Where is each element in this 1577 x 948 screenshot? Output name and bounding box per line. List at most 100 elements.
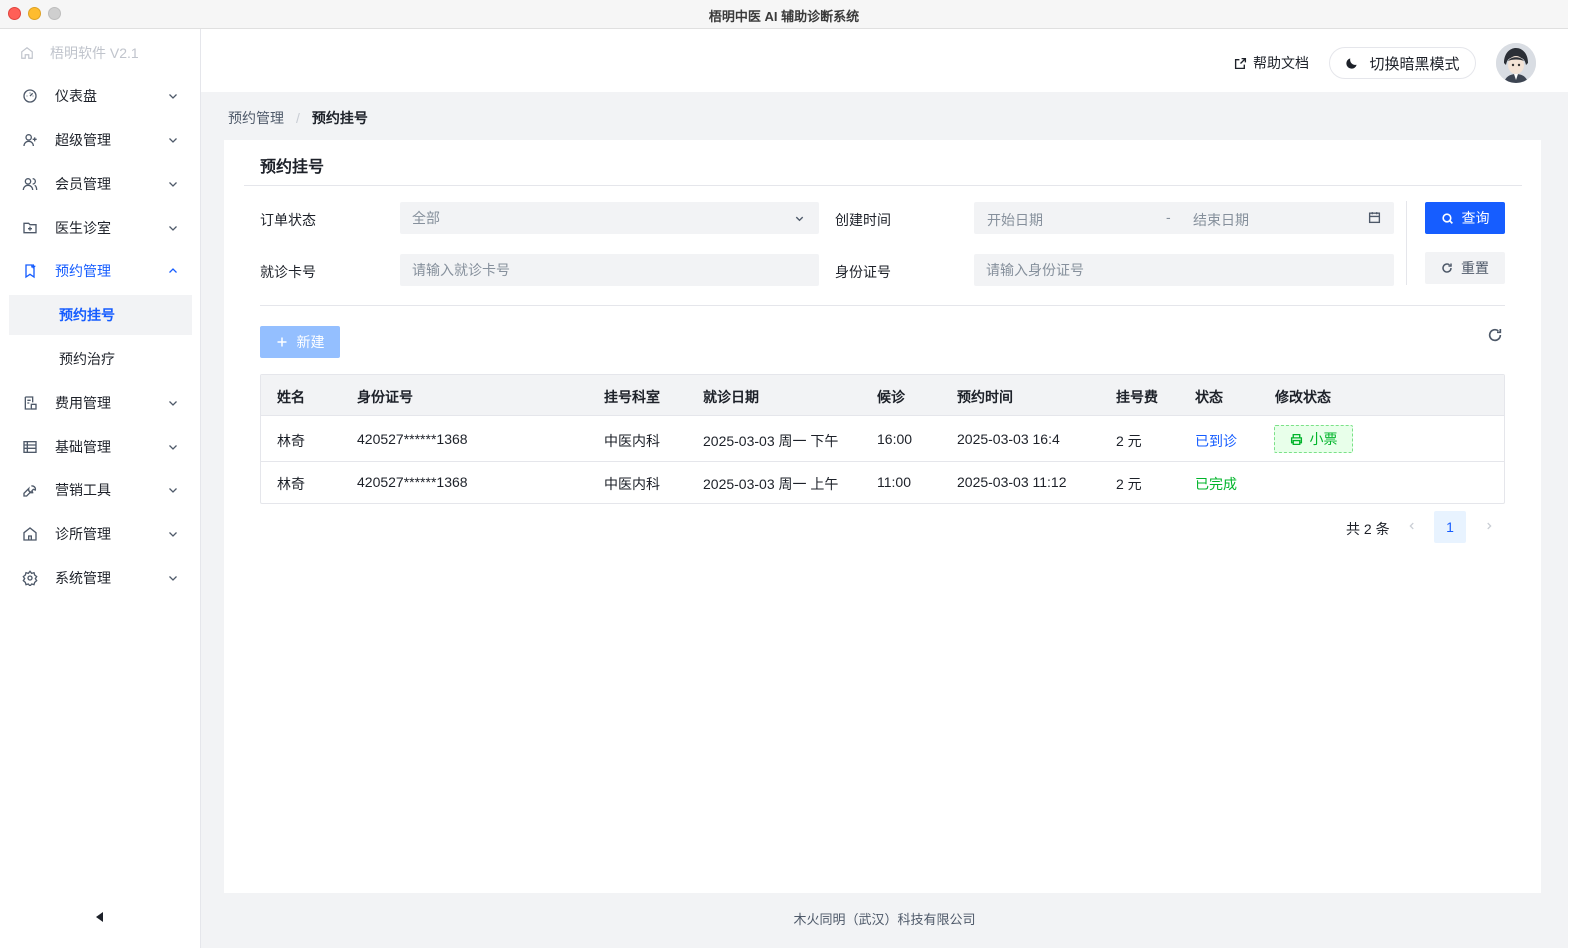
title-divider (244, 185, 1522, 186)
column-header: 候诊 (877, 389, 905, 405)
id-no-input[interactable]: 请输入身份证号 (974, 254, 1394, 286)
table-header: 姓名 身份证号 挂号科室 就诊日期 候诊 预约时间 挂号费 状态 修改状态 (261, 375, 1504, 416)
chevron-down-icon (169, 532, 177, 537)
sidebar-item-label: 系统管理 (55, 570, 111, 586)
table-row[interactable]: 林奇 420527******1368 中医内科 2025-03-03 周一 上… (261, 462, 1504, 503)
form-divider (260, 305, 1505, 306)
search-icon (1441, 212, 1453, 224)
column-header: 状态 (1195, 389, 1223, 405)
pagination-total: 共 2 条 (1346, 521, 1390, 537)
main-card: 预约挂号 订单状态 全部 创建时间 开始日期 - 结束日期 就诊卡号 请输入就诊… (224, 140, 1541, 893)
collapse-sidebar-button[interactable] (94, 911, 106, 923)
chevron-down-icon (795, 216, 804, 222)
sidebar-item-label: 医生诊室 (55, 220, 111, 236)
chevron-right-icon (1487, 522, 1492, 530)
sidebar-item-label: 诊所管理 (55, 526, 111, 542)
cell-appt-time: 2025-03-03 11:12 (957, 474, 1067, 490)
refresh-icon (1442, 263, 1452, 273)
column-header: 就诊日期 (703, 389, 759, 405)
user-add-icon (21, 131, 39, 149)
end-date-input[interactable]: 结束日期 (1193, 210, 1249, 230)
status-badge: 已完成 (1195, 476, 1237, 492)
print-ticket-label: 小票 (1309, 431, 1338, 447)
form-action-divider (1406, 201, 1407, 285)
column-header: 修改状态 (1275, 389, 1331, 405)
bookmark-icon (21, 262, 39, 280)
settings-icon (21, 569, 39, 587)
cell-visit-date: 2025-03-03 周一 下午 (703, 433, 839, 449)
pagination-prev-button[interactable] (1404, 518, 1420, 534)
search-button[interactable]: 查询 (1425, 202, 1505, 234)
table-row[interactable]: 林奇 420527******1368 中医内科 2025-03-03 周一 下… (261, 416, 1504, 462)
pagination-page[interactable]: 1 (1434, 511, 1466, 543)
card-no-placeholder: 请输入就诊卡号 (412, 262, 510, 278)
sidebar-item-label: 仪表盘 (55, 88, 97, 104)
tool-icon (21, 481, 39, 499)
sidebar-item-label: 费用管理 (55, 395, 111, 411)
pagination-next-button[interactable] (1481, 518, 1497, 534)
appointments-table: 姓名 身份证号 挂号科室 就诊日期 候诊 预约时间 挂号费 状态 修改状态 林奇… (260, 374, 1505, 504)
user-group-icon (21, 175, 39, 193)
breadcrumb-current: 预约挂号 (311, 110, 368, 126)
storage-icon (21, 438, 39, 456)
sidebar-item-doctor-office[interactable]: 医生诊室 (9, 208, 192, 248)
card-no-input[interactable]: 请输入就诊卡号 (400, 254, 819, 286)
footer-company: 木火同明（武汉）科技有限公司 (793, 912, 976, 927)
sidebar-item-marketing[interactable]: 营销工具 (9, 470, 192, 510)
sidebar-item-super-admin[interactable]: 超级管理 (9, 120, 192, 160)
cell-name: 林奇 (277, 476, 305, 492)
sidebar-item-label: 会员管理 (55, 176, 111, 192)
order-status-label: 订单状态 (260, 212, 316, 228)
help-docs-link[interactable]: 帮助文档 (1234, 53, 1309, 73)
sidebar-item-appointment[interactable]: 预约管理 (9, 251, 192, 291)
sidebar-item-dashboard[interactable]: 仪表盘 (9, 76, 192, 116)
folder-add-icon (21, 219, 39, 237)
reset-button-label: 重置 (1461, 260, 1489, 276)
new-button-label: 新建 (296, 334, 325, 350)
column-header: 挂号费 (1116, 389, 1158, 405)
reset-button[interactable]: 重置 (1425, 252, 1505, 284)
chevron-down-icon (169, 226, 177, 231)
breadcrumb-parent[interactable]: 预约管理 (228, 108, 284, 128)
print-ticket-button[interactable]: 小票 (1274, 425, 1353, 453)
dark-mode-toggle-button[interactable]: 切换暗黑模式 (1329, 47, 1476, 79)
page-title: 预约挂号 (260, 159, 325, 176)
chevron-up-icon (169, 268, 177, 273)
table-refresh-button[interactable] (1487, 327, 1505, 345)
sidebar-item-basic[interactable]: 基础管理 (9, 427, 192, 467)
column-header: 身份证号 (357, 389, 413, 405)
new-button[interactable]: 新建 (260, 326, 340, 358)
search-button-label: 查询 (1461, 210, 1490, 226)
chevron-down-icon (169, 138, 177, 143)
cell-wait: 11:00 (877, 474, 911, 490)
sidebar: 梧明软件 V2.1 仪表盘 超级管理 会员管理 医生诊室 预约管理 预约挂号 预… (0, 29, 201, 948)
date-separator: - (1166, 209, 1171, 225)
dashboard-icon (21, 87, 39, 105)
chevron-down-icon (169, 182, 177, 187)
user-avatar[interactable] (1496, 43, 1536, 83)
sidebar-item-members[interactable]: 会员管理 (9, 164, 192, 204)
sidebar-subitem-appointment-registration[interactable]: 预约挂号 (9, 295, 192, 335)
refresh-icon (1488, 328, 1502, 342)
sidebar-item-label: 营销工具 (55, 482, 111, 498)
sidebar-item-system[interactable]: 系统管理 (9, 558, 192, 598)
start-date-input[interactable]: 开始日期 (987, 210, 1043, 230)
caret-left-icon (96, 912, 103, 922)
help-docs-label: 帮助文档 (1253, 55, 1309, 71)
sidebar-subitem-appointment-treatment[interactable]: 预约治疗 (9, 339, 192, 379)
cell-fee: 2 元 (1116, 476, 1142, 492)
sidebar-item-label: 基础管理 (55, 439, 111, 455)
cell-dept: 中医内科 (604, 476, 660, 492)
sidebar-item-clinic[interactable]: 诊所管理 (9, 514, 192, 554)
chevron-down-icon (169, 576, 177, 581)
status-badge: 已到诊 (1195, 433, 1237, 449)
calendar-icon (1368, 212, 1381, 224)
order-status-select[interactable]: 全部 (400, 202, 819, 234)
brand: 梧明软件 V2.1 (20, 44, 139, 62)
sidebar-subitem-label: 预约挂号 (59, 307, 115, 323)
cell-id-no: 420527******1368 (357, 431, 468, 447)
date-range-picker[interactable]: 开始日期 - 结束日期 (974, 202, 1394, 234)
breadcrumb-separator: / (296, 110, 300, 126)
sidebar-item-billing[interactable]: 费用管理 (9, 383, 192, 423)
chevron-down-icon (169, 401, 177, 406)
